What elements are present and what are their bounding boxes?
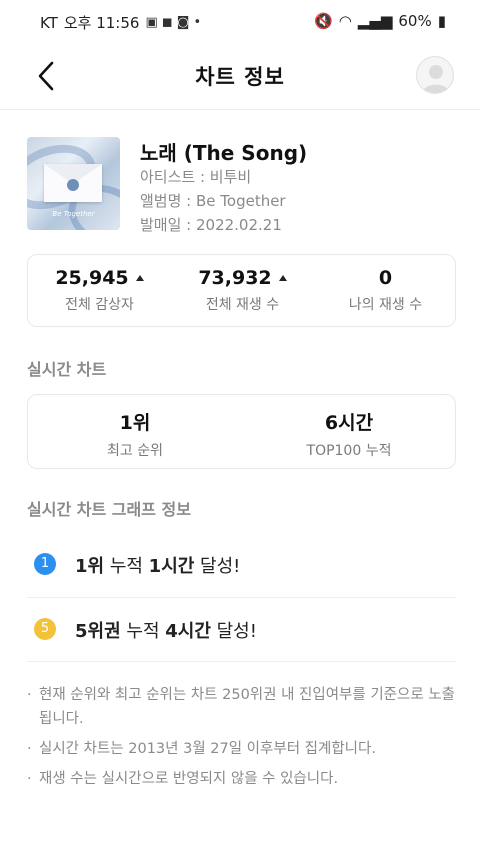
rank-badge: 5 bbox=[34, 618, 56, 640]
song-info: Be Together 노래 (The Song) 아티스트 : 비투비 앨범명… bbox=[27, 137, 457, 234]
stat-value: 25,945 bbox=[55, 267, 129, 289]
achievement-text: 5위권 누적 4시간 달성! bbox=[75, 621, 257, 642]
top100-hours-label: TOP100 누적 bbox=[306, 443, 392, 459]
notification-icons: ▣ ◼ ◙ • bbox=[145, 15, 202, 30]
stat-label: 나의 재생 수 bbox=[348, 297, 423, 313]
clock: 오후 11:56 bbox=[63, 14, 140, 32]
profile-avatar[interactable] bbox=[416, 56, 454, 94]
rank-badge: 1 bbox=[34, 553, 56, 575]
stat-my-plays: 0 나의 재생 수 bbox=[314, 267, 457, 314]
graph-section-title: 실시간 차트 그래프 정보 bbox=[27, 500, 191, 519]
carrier-label: KT bbox=[40, 13, 58, 32]
divider bbox=[27, 661, 456, 662]
artist-label: 아티스트 : 비투비 bbox=[140, 168, 252, 186]
best-rank-value: 1위 bbox=[119, 412, 151, 434]
wifi-icon: ◠ bbox=[338, 12, 352, 30]
realtime-section-title: 실시간 차트 bbox=[27, 360, 107, 379]
cover-text: Be Together bbox=[52, 210, 95, 218]
divider bbox=[27, 597, 456, 598]
note-item: 현재 순위와 최고 순위는 차트 250위권 내 진입여부를 기준으로 노출됩니… bbox=[27, 683, 459, 731]
stat-total-listeners: 25,945 전체 감상자 bbox=[28, 267, 171, 314]
album-cover[interactable]: Be Together bbox=[27, 137, 120, 230]
achievement-item: 5 5위권 누적 4시간 달성! bbox=[27, 599, 456, 661]
stat-value: 0 bbox=[378, 267, 393, 289]
status-left: KT 오후 11:56 ▣ ◼ ◙ • bbox=[40, 12, 201, 33]
battery-level: 60% bbox=[398, 12, 432, 30]
best-rank-label: 최고 순위 bbox=[107, 443, 163, 459]
top100-hours-value: 6시간 bbox=[324, 412, 374, 434]
best-rank: 1위 최고 순위 bbox=[28, 408, 242, 460]
achievement-text: 1위 누적 1시간 달성! bbox=[75, 556, 241, 577]
app-header: 차트 정보 bbox=[0, 44, 480, 110]
note-item: 재생 수는 실시간으로 반영되지 않을 수 있습니다. bbox=[27, 767, 459, 791]
status-bar: KT 오후 11:56 ▣ ◼ ◙ • 🔇 ◠ ▂▄▆ 60% ▮ bbox=[0, 0, 480, 44]
signal-icon: ▂▄▆ bbox=[357, 12, 393, 30]
stats-card: 25,945 전체 감상자 73,932 전체 재생 수 0 나의 재생 수 bbox=[27, 254, 456, 327]
note-item: 실시간 차트는 2013년 3월 27일 이후부터 집계합니다. bbox=[27, 737, 459, 761]
top100-hours: 6시간 TOP100 누적 bbox=[242, 408, 456, 460]
battery-icon: ▮ bbox=[437, 12, 446, 30]
stat-label: 전체 감상자 bbox=[65, 297, 134, 313]
stat-label: 전체 재생 수 bbox=[205, 297, 280, 313]
mute-icon: 🔇 bbox=[314, 12, 333, 30]
page-title: 차트 정보 bbox=[195, 65, 285, 89]
release-date: 발매일 : 2022.02.21 bbox=[140, 216, 282, 234]
notes-list: 현재 순위와 최고 순위는 차트 250위권 내 진입여부를 기준으로 노출됩니… bbox=[27, 683, 459, 797]
trend-up-icon bbox=[135, 275, 144, 281]
song-title: 노래 (The Song) bbox=[140, 141, 308, 165]
stat-value: 73,932 bbox=[198, 267, 272, 289]
stat-total-plays: 73,932 전체 재생 수 bbox=[171, 267, 314, 314]
trend-up-icon bbox=[278, 275, 287, 281]
realtime-card: 1위 최고 순위 6시간 TOP100 누적 bbox=[27, 394, 456, 469]
status-right: 🔇 ◠ ▂▄▆ 60% ▮ bbox=[314, 12, 446, 30]
achievement-item: 1 1위 누적 1시간 달성! bbox=[27, 534, 456, 596]
album-label: 앨범명 : Be Together bbox=[140, 192, 286, 210]
